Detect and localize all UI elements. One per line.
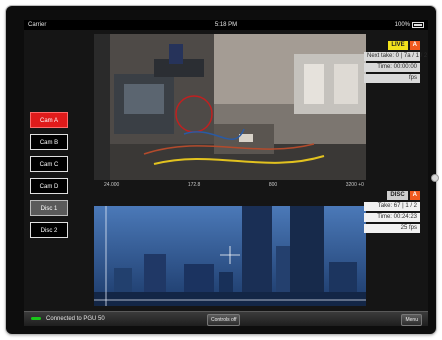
- cam-d-button[interactable]: Cam D: [30, 178, 68, 194]
- live-time-field: Time: 00:00:00: [364, 63, 420, 72]
- disc-feed-scene: [94, 206, 366, 306]
- live-feed-scene: [94, 34, 366, 180]
- disc-cam-badge: A: [409, 191, 420, 200]
- cam-a-button[interactable]: Cam A: [30, 112, 68, 128]
- metric-iso: 800: [268, 182, 278, 188]
- ipad-frame: Carrier 5:18 PM 100% Cam A Cam B Cam C C…: [6, 6, 439, 334]
- live-fps-field: fps: [364, 74, 420, 83]
- battery-percent: 100%: [394, 22, 410, 28]
- take-field: Take: 67 | 1 / 2: [364, 202, 420, 211]
- disc-time-field: Time: 00:24:23: [364, 213, 420, 222]
- camera-list: Cam A Cam B Cam C Cam D Disc 1 Disc 2: [30, 112, 70, 244]
- camera-metrics: 24.000 172.8 800 3200 +0: [104, 181, 364, 189]
- cam-b-button[interactable]: Cam B: [30, 134, 68, 150]
- battery-indicator: 100%: [395, 20, 424, 30]
- disc-info-panel: DISC A Take: 67 | 1 / 2 Time: 00:24:23 2…: [364, 191, 420, 235]
- connection-status-text: Connected to PGU 50: [46, 316, 105, 322]
- metric-wb: 3200 +0: [345, 182, 364, 188]
- disc-1-button[interactable]: Disc 1: [30, 200, 68, 216]
- metric-shutter: 172.8: [187, 182, 201, 188]
- battery-icon: [412, 22, 424, 28]
- disc-badge: DISC: [387, 191, 408, 200]
- cam-c-button[interactable]: Cam C: [30, 156, 68, 172]
- controls-toggle-button[interactable]: Controls off: [207, 314, 241, 326]
- next-take-field: Next take: 0 | 7a / 1 / 2: [364, 52, 427, 61]
- live-info-panel: LIVE A Next take: 0 | 7a / 1 / 2 Time: 0…: [364, 41, 427, 85]
- menu-button[interactable]: Menu: [401, 314, 422, 326]
- live-badges: LIVE A: [364, 41, 420, 50]
- disc-video-feed: [94, 206, 366, 306]
- clock: 5:18 PM: [214, 22, 238, 28]
- live-cam-badge: A: [409, 41, 420, 50]
- live-video-feed: [94, 34, 366, 180]
- app-screen: Carrier 5:18 PM 100% Cam A Cam B Cam C C…: [24, 20, 428, 326]
- disc-fps-field: 25 fps: [364, 224, 420, 233]
- home-side-button: [431, 174, 439, 182]
- metric-fps: 24.000: [104, 182, 120, 188]
- connection-status-icon: [31, 317, 41, 320]
- status-bar: Carrier 5:18 PM 100%: [24, 20, 428, 30]
- live-badge: LIVE: [388, 41, 408, 50]
- bottom-toolbar: Connected to PGU 50 Controls off Menu: [24, 311, 428, 326]
- disc-2-button[interactable]: Disc 2: [30, 222, 68, 238]
- disc-badges: DISC A: [364, 191, 420, 200]
